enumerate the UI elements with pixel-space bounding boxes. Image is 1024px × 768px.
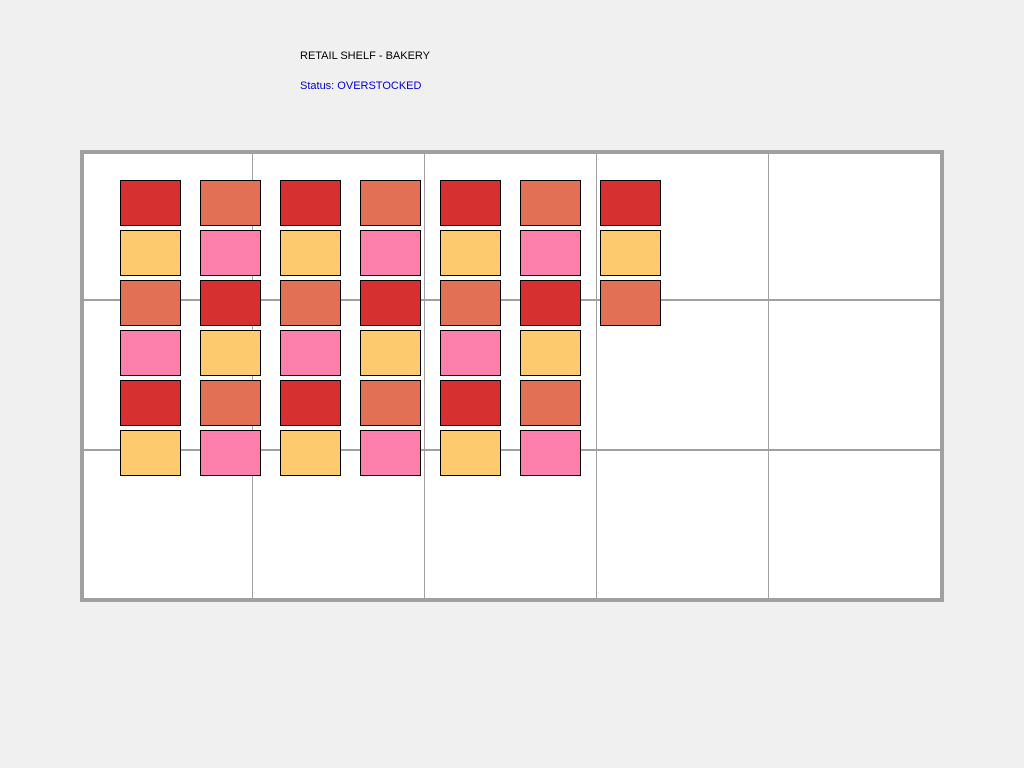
product-box[interactable] <box>520 230 581 276</box>
shelf-divider-vertical <box>596 154 597 598</box>
product-box[interactable] <box>200 180 261 226</box>
product-box[interactable] <box>200 380 261 426</box>
product-box[interactable] <box>280 380 341 426</box>
product-box[interactable] <box>200 280 261 326</box>
product-box[interactable] <box>120 380 181 426</box>
product-box[interactable] <box>280 230 341 276</box>
product-box[interactable] <box>120 180 181 226</box>
product-box[interactable] <box>440 380 501 426</box>
product-box[interactable] <box>200 430 261 476</box>
product-box[interactable] <box>280 280 341 326</box>
product-box[interactable] <box>120 230 181 276</box>
product-box[interactable] <box>360 380 421 426</box>
game-stage: RETAIL SHELF - BAKERY Status: OVERSTOCKE… <box>0 0 1024 768</box>
product-box[interactable] <box>520 380 581 426</box>
product-box[interactable] <box>280 330 341 376</box>
product-box[interactable] <box>440 280 501 326</box>
product-box[interactable] <box>520 280 581 326</box>
product-box[interactable] <box>120 330 181 376</box>
product-box[interactable] <box>120 430 181 476</box>
product-box[interactable] <box>360 330 421 376</box>
product-box[interactable] <box>440 230 501 276</box>
product-box[interactable] <box>200 230 261 276</box>
product-box[interactable] <box>440 180 501 226</box>
product-box[interactable] <box>360 180 421 226</box>
product-box[interactable] <box>280 180 341 226</box>
product-box[interactable] <box>600 230 661 276</box>
product-box[interactable] <box>120 280 181 326</box>
product-box[interactable] <box>520 330 581 376</box>
product-box[interactable] <box>280 430 341 476</box>
product-box[interactable] <box>520 180 581 226</box>
product-box[interactable] <box>440 330 501 376</box>
product-box[interactable] <box>600 180 661 226</box>
product-box[interactable] <box>360 280 421 326</box>
product-box[interactable] <box>200 330 261 376</box>
product-box[interactable] <box>360 430 421 476</box>
product-box[interactable] <box>360 230 421 276</box>
product-box[interactable] <box>520 430 581 476</box>
stock-status: Status: OVERSTOCKED <box>300 80 422 92</box>
bakery-shelf <box>80 150 944 602</box>
shelf-divider-vertical <box>424 154 425 598</box>
product-box[interactable] <box>600 280 661 326</box>
shelf-divider-vertical <box>768 154 769 598</box>
product-box[interactable] <box>440 430 501 476</box>
shelf-title: RETAIL SHELF - BAKERY <box>300 50 431 62</box>
